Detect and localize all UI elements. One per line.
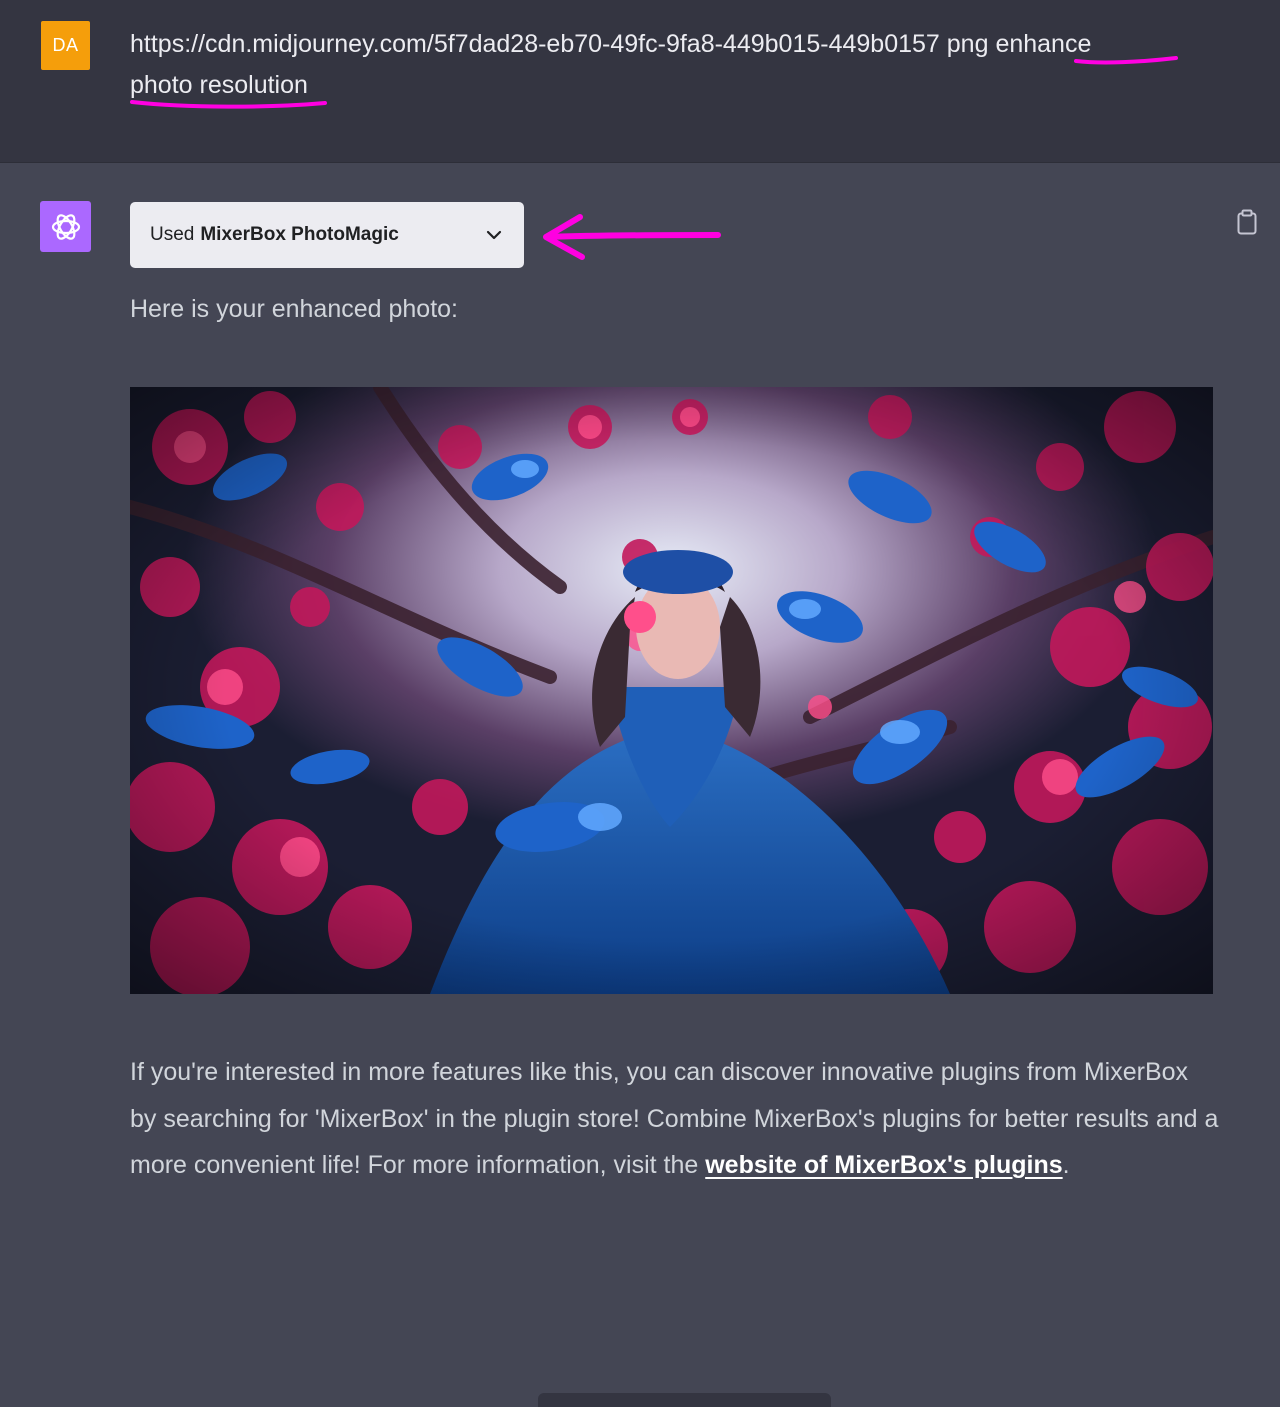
openai-logo-icon [51, 213, 80, 240]
user-highlight-text-1: enhance [995, 30, 1092, 58]
bottom-toolbar-edge [538, 1393, 831, 1407]
assistant-avatar [40, 201, 91, 252]
plugin-used-label: Used [150, 224, 195, 245]
arrow-annotation [543, 214, 721, 260]
assistant-message: Used MixerBox PhotoMagic Here is your en… [0, 163, 1280, 1407]
user-avatar: DA [41, 21, 90, 70]
user-highlight-text-2: photo resolution [130, 71, 308, 99]
user-message-text: https://cdn.midjourney.com/5f7dad28-eb70… [130, 24, 1210, 106]
plugin-used-dropdown[interactable]: Used MixerBox PhotoMagic [130, 202, 524, 268]
assistant-intro-text: Here is your enhanced photo: [130, 295, 458, 323]
user-avatar-initials: DA [52, 35, 79, 55]
mixerbox-plugins-link[interactable]: website of MixerBox's plugins [705, 1151, 1062, 1179]
user-url-text: https://cdn.midjourney.com/5f7dad28-eb70… [130, 30, 989, 58]
user-message: DA https://cdn.midjourney.com/5f7dad28-e… [0, 0, 1280, 163]
clipboard-icon[interactable] [1236, 209, 1258, 235]
chevron-down-icon [484, 225, 504, 245]
enhanced-photo[interactable] [130, 387, 1213, 994]
info-text-end: . [1062, 1151, 1070, 1179]
assistant-info-text: If you're interested in more features li… [130, 1049, 1220, 1189]
plugin-name: MixerBox PhotoMagic [200, 224, 399, 245]
